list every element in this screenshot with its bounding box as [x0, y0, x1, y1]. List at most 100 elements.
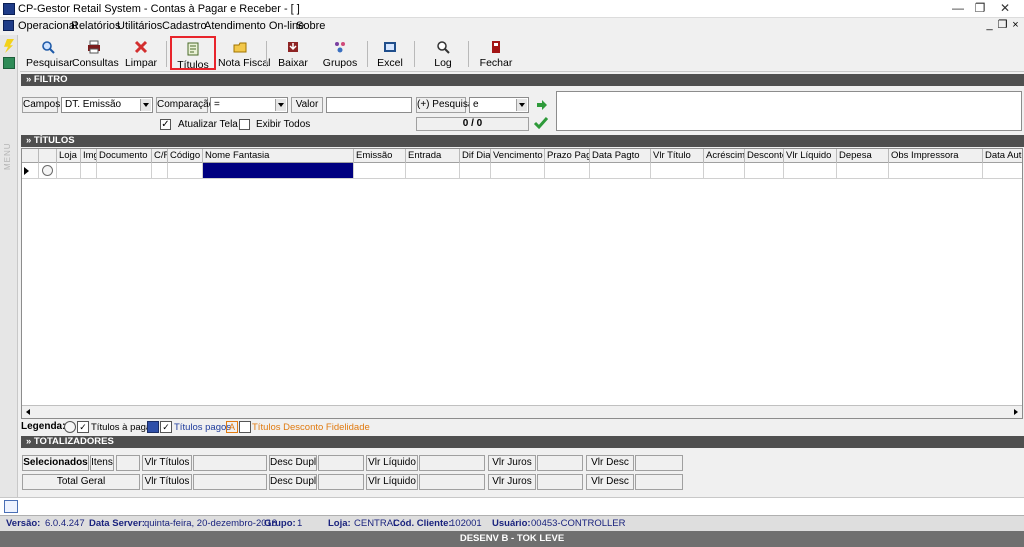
toolbar-separator: [414, 41, 415, 67]
comparacao-select[interactable]: =: [210, 97, 288, 113]
row-radio[interactable]: [42, 165, 53, 176]
versao-value: 6.0.4.247: [45, 518, 85, 529]
column-header[interactable]: Nome Fantasia: [203, 149, 354, 163]
table-row[interactable]: [22, 163, 1022, 179]
document-icon[interactable]: [4, 500, 18, 513]
pin-icon[interactable]: [4, 39, 14, 53]
arrow-right-icon[interactable]: [535, 98, 549, 112]
maximize-button[interactable]: ❐: [968, 1, 992, 16]
column-header[interactable]: Data Autori: [983, 149, 1022, 163]
titulos-grid[interactable]: Loja Img Documento C/F Código Nome Fanta…: [21, 148, 1023, 419]
atualizar-tela-label: Atualizar Tela: [178, 119, 238, 130]
menu-cadastro[interactable]: Cadastro: [162, 20, 207, 32]
chevron-down-icon[interactable]: [140, 99, 151, 111]
table-cell[interactable]: [590, 163, 651, 178]
desc-dupl-value: [318, 474, 364, 490]
baixar-button[interactable]: Baixar: [272, 36, 314, 70]
menu-operacional[interactable]: Operacional: [18, 20, 77, 32]
menu-atendimento-online[interactable]: Atendimento On-line: [204, 20, 304, 32]
chevron-down-icon[interactable]: [516, 99, 527, 111]
column-header[interactable]: Dif Dias: [460, 149, 491, 163]
nota-fiscal-button[interactable]: Nota Fiscal: [218, 36, 271, 70]
column-header[interactable]: Código: [168, 149, 203, 163]
minimize-button[interactable]: —: [946, 1, 970, 16]
radio-legend-icon: [64, 421, 76, 433]
log-button[interactable]: Log: [424, 36, 462, 70]
column-header[interactable]: Entrada: [406, 149, 460, 163]
loja-value: CENTRAL: [354, 518, 399, 529]
chevron-down-icon[interactable]: [275, 99, 286, 111]
atualizar-tela-checkbox[interactable]: ✓: [160, 119, 171, 130]
table-cell[interactable]: [745, 163, 784, 178]
table-cell[interactable]: [354, 163, 406, 178]
fechar-button[interactable]: Fechar: [476, 36, 516, 70]
table-cell[interactable]: [784, 163, 837, 178]
menu-vertical-label[interactable]: MENU: [3, 130, 15, 170]
table-cell[interactable]: [152, 163, 168, 178]
table-cell[interactable]: [491, 163, 545, 178]
titulos-button[interactable]: Títulos: [170, 36, 216, 71]
column-header[interactable]: Vlr Líquido: [784, 149, 837, 163]
record-counter: 0 / 0: [416, 117, 529, 131]
table-cell[interactable]: [704, 163, 745, 178]
mdi-close-button[interactable]: ×: [1009, 19, 1022, 32]
limpar-button[interactable]: Limpar: [120, 36, 162, 70]
column-header[interactable]: Data Pagto: [590, 149, 651, 163]
close-window-button[interactable]: ✕: [993, 1, 1017, 16]
column-header[interactable]: Vlr Título: [651, 149, 704, 163]
table-cell[interactable]: [57, 163, 81, 178]
window-title: CP-Gestor Retail System - Contas à Pagar…: [18, 3, 300, 15]
scroll-left-icon[interactable]: [26, 409, 30, 415]
mdi-minimize-button[interactable]: _: [983, 19, 996, 32]
exibir-todos-checkbox[interactable]: [239, 119, 250, 130]
consultas-button[interactable]: Consultas: [72, 36, 119, 70]
mdi-window-icon[interactable]: [3, 20, 14, 31]
table-cell[interactable]: [837, 163, 889, 178]
excel-icon: [384, 42, 396, 52]
column-header[interactable]: Documento: [97, 149, 152, 163]
column-header[interactable]: C/F: [152, 149, 168, 163]
horizontal-scrollbar[interactable]: [22, 405, 1022, 418]
table-cell[interactable]: [81, 163, 97, 178]
campos-select[interactable]: DT. Emissão: [61, 97, 153, 113]
valor-input[interactable]: [326, 97, 412, 113]
menu-utilitarios[interactable]: Utilitários: [117, 20, 162, 32]
selected-cell[interactable]: [203, 163, 354, 178]
table-cell[interactable]: [168, 163, 203, 178]
scroll-right-icon[interactable]: [1014, 409, 1018, 415]
column-header[interactable]: Loja: [57, 149, 81, 163]
vlr-liquido-value: [419, 474, 485, 490]
table-cell[interactable]: [97, 163, 152, 178]
mdi-restore-button[interactable]: ❐: [996, 19, 1009, 32]
filter-notes-box[interactable]: [556, 91, 1022, 131]
row-select-cell[interactable]: [39, 163, 57, 178]
taskbar-strip: [0, 497, 1024, 515]
play-icon[interactable]: [3, 57, 15, 69]
blue-swatch-icon: [147, 421, 159, 433]
pesquisar-button[interactable]: Pesquisar: [26, 36, 73, 70]
search-icon: [42, 41, 55, 54]
table-cell[interactable]: [460, 163, 491, 178]
column-header[interactable]: Vencimento: [491, 149, 545, 163]
grupos-button[interactable]: Grupos: [318, 36, 362, 70]
checkmark-icon[interactable]: [533, 115, 549, 131]
table-cell[interactable]: [983, 163, 1022, 178]
table-cell[interactable]: [651, 163, 704, 178]
menu-relatorios[interactable]: Relatórios: [71, 20, 121, 32]
column-header[interactable]: Prazo Pagto: [545, 149, 590, 163]
column-header[interactable]: Desconto: [745, 149, 784, 163]
column-header[interactable]: Img: [81, 149, 97, 163]
column-header[interactable]: Depesa: [837, 149, 889, 163]
menu-sobre[interactable]: Sobre: [296, 20, 325, 32]
table-cell[interactable]: [545, 163, 590, 178]
legend-titulos-pagos: Títulos pagos: [174, 422, 232, 433]
excel-button[interactable]: Excel: [372, 36, 408, 70]
column-header[interactable]: Emissão: [354, 149, 406, 163]
table-cell[interactable]: [889, 163, 983, 178]
itens-value: [116, 455, 140, 471]
column-header[interactable]: Acréscimo: [704, 149, 745, 163]
cod-cliente-label: Cód. Cliente:: [393, 518, 452, 529]
pesquisa-select[interactable]: e: [469, 97, 529, 113]
table-cell[interactable]: [406, 163, 460, 178]
column-header[interactable]: Obs Impressora: [889, 149, 983, 163]
